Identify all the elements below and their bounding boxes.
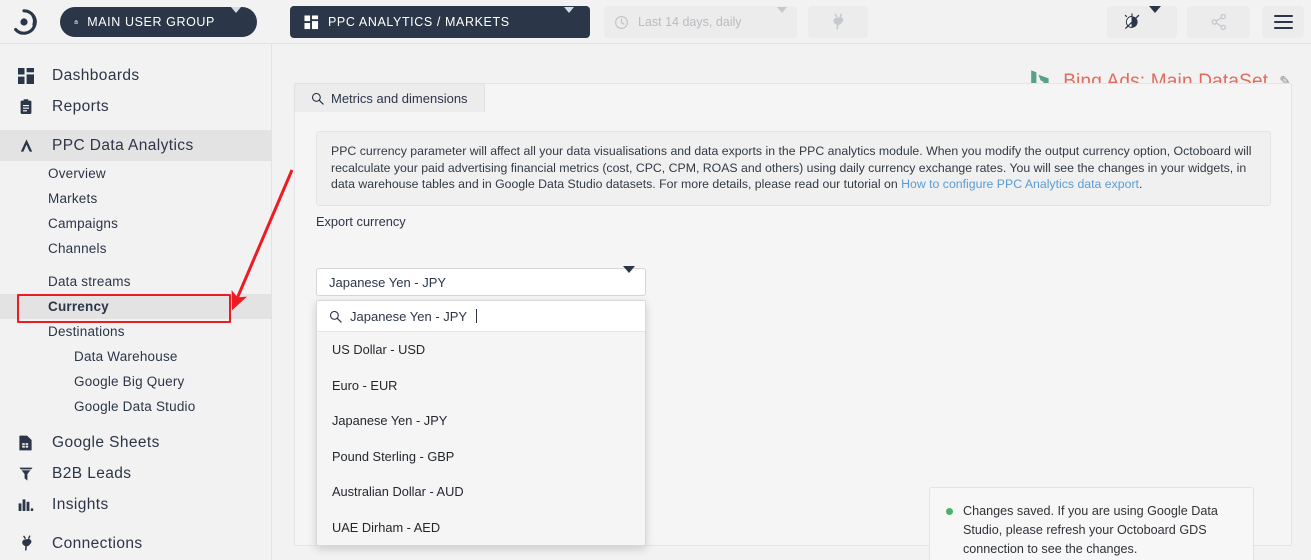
user-group-selector[interactable]: MAIN USER GROUP <box>60 7 257 37</box>
export-currency-select[interactable]: Japanese Yen - JPY <box>316 266 646 296</box>
status-message: Changes saved. If you are using Google D… <box>963 504 1218 556</box>
currency-option[interactable]: Euro - EUR <box>317 368 645 404</box>
currency-option-label: Japanese Yen - JPY <box>332 413 448 429</box>
sidebar-item-label: Insights <box>52 495 109 513</box>
chevron-down-icon[interactable] <box>1149 6 1161 31</box>
sidebar-item-connections[interactable]: Connections <box>0 528 271 559</box>
sidebar-item-label: Dashboards <box>52 66 140 84</box>
share-button[interactable] <box>1187 6 1250 38</box>
info-text-after-link: . <box>1138 177 1143 191</box>
status-toast: Changes saved. If you are using Google D… <box>929 487 1254 560</box>
reports-clipboard-icon <box>18 98 44 115</box>
hamburger-menu-icon <box>1273 15 1293 29</box>
sidebar-item-data-warehouse[interactable]: Data Warehouse <box>0 344 271 369</box>
sidebar-item-label: Campaigns <box>48 216 119 231</box>
sidebar-item-markets[interactable]: Markets <box>0 186 271 211</box>
currency-search-value: Japanese Yen - JPY <box>350 308 468 324</box>
currency-option[interactable]: US Dollar - USD <box>317 332 645 368</box>
sidebar-item-label: Google Big Query <box>74 374 185 389</box>
chevron-down-icon[interactable] <box>215 7 251 31</box>
module-label: PPC ANALYTICS / MARKETS <box>328 15 510 29</box>
chevron-down-icon[interactable] <box>548 7 584 31</box>
sidebar-item-data-streams[interactable]: Data streams <box>0 269 271 294</box>
sidebar-item-dashboards[interactable]: Dashboards <box>0 60 271 91</box>
currency-option[interactable]: Japanese Yen - JPY <box>317 403 645 439</box>
octoboard-logo-glyph <box>14 8 37 35</box>
date-range-label: Last 14 days, daily <box>638 15 742 29</box>
sidebar-item-google-big-query[interactable]: Google Big Query <box>0 369 271 394</box>
dashboards-grid-icon <box>18 67 44 84</box>
plug-icon <box>833 13 844 30</box>
export-currency-selected-value: Japanese Yen - JPY <box>329 274 447 290</box>
octoboard-logo-icon[interactable] <box>0 0 48 44</box>
currency-option-label: US Dollar - USD <box>332 342 426 358</box>
sidebar-item-label: Data Warehouse <box>74 349 178 364</box>
currency-option-label: Euro - EUR <box>332 377 398 393</box>
share-icon <box>1211 13 1226 31</box>
search-icon <box>329 310 342 323</box>
module-selector[interactable]: PPC ANALYTICS / MARKETS <box>290 6 590 38</box>
sidebar-item-overview[interactable]: Overview <box>0 161 271 186</box>
sidebar-item-label: Data streams <box>48 274 131 289</box>
user-group-label: MAIN USER GROUP <box>87 15 215 29</box>
status-dot-icon <box>946 508 953 515</box>
currency-search-field[interactable]: Japanese Yen - JPY <box>317 301 645 332</box>
sidebar: Dashboards Reports PPC Data Analytics Ov… <box>0 44 272 560</box>
currency-option[interactable]: Pound Sterling - GBP <box>317 439 645 475</box>
sidebar-item-label: Google Sheets <box>52 433 160 451</box>
grid-icon <box>304 14 319 29</box>
clock-icon <box>614 15 629 29</box>
main-menu-button[interactable] <box>1262 6 1304 38</box>
sidebar-item-insights[interactable]: Insights <box>0 489 271 520</box>
currency-option-label: Australian Dollar - AUD <box>332 484 464 500</box>
app-window: MAIN USER GROUP PPC ANALYTICS / MARKETS … <box>0 0 1311 560</box>
panel-inner: PPC currency parameter will affect all y… <box>294 83 1292 560</box>
sidebar-item-label: Currency <box>48 299 109 314</box>
main-content: Bing Ads: Main DataSet ✎ Metrics and dim… <box>273 44 1311 560</box>
sidebar-item-label: Google Data Studio <box>74 399 196 414</box>
info-banner: PPC currency parameter will affect all y… <box>316 131 1271 206</box>
currency-option[interactable]: Australian Dollar - AUD <box>317 474 645 510</box>
bank-icon <box>74 20 78 24</box>
sidebar-item-label: B2B Leads <box>52 464 132 482</box>
currency-option-label: UAE Dirham - AED <box>332 519 441 535</box>
sidebar-item-campaigns[interactable]: Campaigns <box>0 211 271 236</box>
plug-icon <box>18 535 44 552</box>
sidebar-item-label: Destinations <box>48 324 125 339</box>
funnel-icon <box>18 466 44 482</box>
date-range-selector[interactable]: Last 14 days, daily <box>604 6 797 38</box>
connections-button[interactable] <box>808 6 868 38</box>
sidebar-item-destinations[interactable]: Destinations <box>0 319 271 344</box>
google-sheets-icon <box>18 435 44 451</box>
text-cursor <box>476 309 478 323</box>
info-tutorial-link[interactable]: How to configure PPC Analytics data expo… <box>901 177 1139 191</box>
sidebar-item-label: Channels <box>48 241 107 256</box>
sidebar-item-reports[interactable]: Reports <box>0 91 271 122</box>
sidebar-item-label: Reports <box>52 97 110 115</box>
sidebar-item-google-data-studio[interactable]: Google Data Studio <box>0 394 271 419</box>
chevron-down-icon[interactable] <box>623 266 635 291</box>
sidebar-item-currency[interactable]: Currency <box>0 294 271 319</box>
currency-option[interactable]: UAE Dirham - AED <box>317 510 645 546</box>
sidebar-item-label: Connections <box>52 534 143 552</box>
sidebar-item-ppc-data-analytics[interactable]: PPC Data Analytics <box>0 130 271 161</box>
sidebar-item-google-sheets[interactable]: Google Sheets <box>0 427 271 458</box>
theme-selector[interactable] <box>1107 6 1177 38</box>
sidebar-item-channels[interactable]: Channels <box>0 236 271 261</box>
ppc-chevron-icon <box>18 137 44 154</box>
export-currency-dropdown: Japanese Yen - JPY US Dollar - USD Euro … <box>316 300 646 546</box>
chevron-down-icon[interactable] <box>777 7 787 31</box>
currency-option-label: Pound Sterling - GBP <box>332 448 455 464</box>
theme-contrast-icon <box>1124 13 1140 30</box>
sidebar-item-label: PPC Data Analytics <box>52 136 194 154</box>
bar-chart-icon <box>18 497 44 513</box>
sidebar-item-b2b-leads[interactable]: B2B Leads <box>0 458 271 489</box>
export-currency-label: Export currency <box>316 214 406 229</box>
sidebar-item-label: Markets <box>48 191 98 206</box>
sidebar-item-label: Overview <box>48 166 106 181</box>
